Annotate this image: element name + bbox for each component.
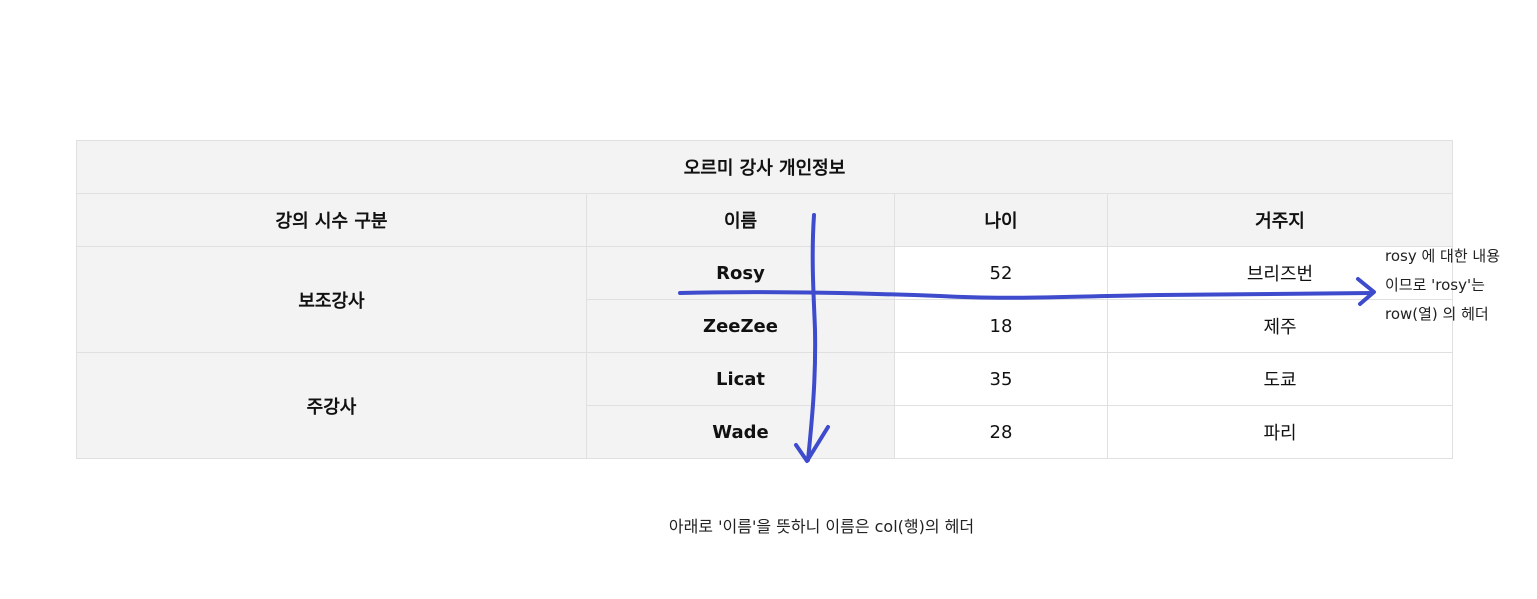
annotation-line: row(열) 의 헤더 (1385, 305, 1489, 323)
table-caption-header: 오르미 강사 개인정보 (75, 140, 1454, 194)
table-row: 주강사 Licat 35 도쿄 (76, 352, 1454, 459)
age-cell: 18 (894, 299, 1108, 353)
annotation-line: rosy 에 대한 내용 (1385, 247, 1501, 265)
row-header-name: Licat (586, 352, 895, 406)
age-cell: 35 (894, 352, 1108, 406)
column-header-lecture-type: 강의 시수 구분 (76, 193, 587, 247)
column-header-residence: 거주지 (1106, 193, 1454, 247)
row-header-name: ZeeZee (586, 299, 895, 353)
row-group-header: 보조강사 (76, 246, 587, 353)
column-header-name: 이름 (586, 193, 895, 247)
residence-cell: 파리 (1106, 405, 1454, 459)
instructor-info-table: 오르미 강사 개인정보 강의 시수 구분 이름 나이 거주지 보조강사 Rosy… (75, 140, 1454, 459)
residence-cell: 도쿄 (1106, 352, 1454, 406)
column-header-annotation: 아래로 '이름'을 뜻하니 이름은 col(행)의 헤더 (668, 517, 975, 536)
table-row: 보조강사 Rosy 52 브리즈번 (76, 246, 1454, 353)
row-header-name: Wade (586, 405, 895, 459)
row-group-header: 주강사 (76, 352, 587, 459)
row-header-annotation: rosy 에 대한 내용 이므로 'rosy'는 row(열) 의 헤더 (1385, 242, 1535, 329)
age-cell: 52 (894, 246, 1108, 300)
age-cell: 28 (894, 405, 1108, 459)
row-header-name: Rosy (586, 246, 895, 300)
annotation-line: 이므로 'rosy'는 (1385, 276, 1485, 294)
column-header-age: 나이 (894, 193, 1108, 247)
